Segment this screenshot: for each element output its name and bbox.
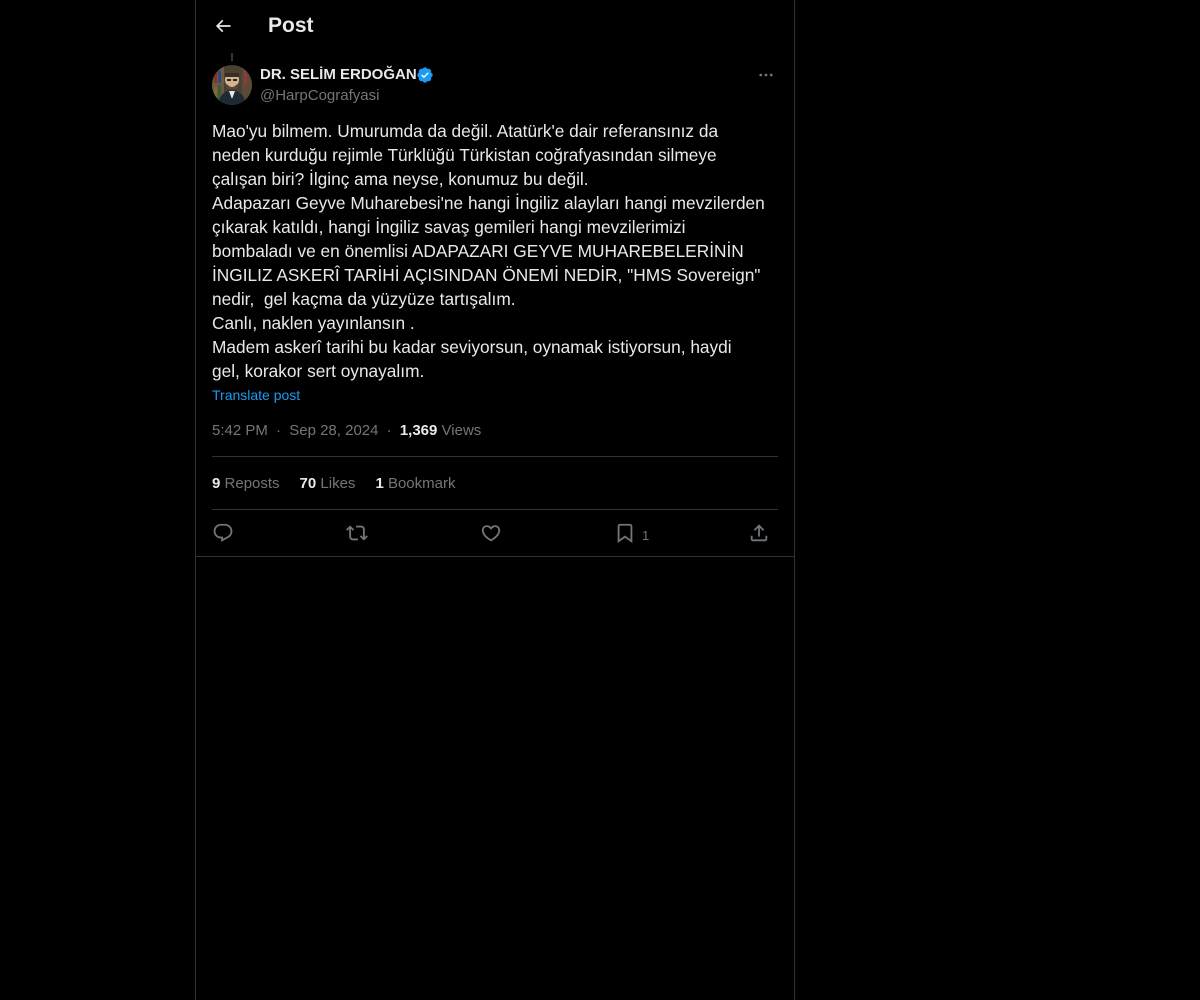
avatar-image — [212, 65, 252, 105]
divider — [212, 456, 778, 457]
avatar[interactable] — [212, 65, 252, 105]
arrow-left-icon — [215, 19, 231, 33]
bookmarks-count: 1 — [375, 475, 384, 492]
share-icon — [750, 524, 768, 542]
share-button[interactable] — [748, 518, 770, 548]
like-button[interactable] — [480, 518, 502, 548]
likes-count: 70 — [299, 475, 317, 492]
reposts-stat[interactable]: 9 Reposts — [212, 474, 280, 494]
reply-button[interactable] — [212, 518, 234, 548]
bookmarks-stat[interactable]: 1 Bookmark — [375, 474, 455, 494]
post-time[interactable]: 5:42 PM — [212, 422, 268, 439]
heart-icon — [481, 525, 501, 542]
author-handle[interactable]: @HarpCografyasi — [260, 86, 379, 106]
translate-post-link[interactable]: Translate post — [212, 386, 300, 404]
main-column: Post DR. SELİM ERDOĞAN @HarpCografyasi M… — [195, 0, 795, 1000]
more-options-button[interactable] — [754, 65, 778, 85]
thread-connector-line — [231, 53, 233, 61]
engagement-stats: 9 Reposts 70 Likes 1 Bookmark — [212, 474, 455, 494]
meta-separator: · — [276, 422, 282, 439]
likes-label: Likes — [320, 475, 356, 492]
reply-icon — [213, 523, 233, 542]
bookmarks-label: Bookmark — [387, 475, 456, 492]
bookmark-count: 1 — [642, 527, 650, 543]
back-button[interactable] — [206, 9, 240, 43]
post-text: Mao'yu bilmem. Umurumda da değil. Atatür… — [212, 121, 765, 381]
reposts-count: 9 — [212, 475, 221, 492]
repost-icon — [346, 525, 368, 541]
views-label: Views — [441, 422, 482, 439]
bookmark-button[interactable]: 1 — [614, 518, 649, 548]
divider — [212, 509, 778, 510]
meta-separator: · — [386, 422, 392, 439]
more-horizontal-icon — [759, 73, 773, 77]
likes-stat[interactable]: 70 Likes — [300, 474, 356, 494]
bookmark-icon — [617, 523, 633, 544]
page-header: Post — [196, 0, 794, 53]
action-bar: 1 — [212, 518, 778, 548]
reposts-label: Reposts — [224, 475, 280, 492]
views-count: 1,369 — [399, 422, 438, 439]
post-date[interactable]: Sep 28, 2024 — [289, 422, 378, 439]
repost-button[interactable] — [346, 518, 368, 548]
author-name[interactable]: DR. SELİM ERDOĞAN — [260, 65, 417, 85]
verified-badge-icon — [417, 67, 433, 83]
post-bottom-border — [196, 556, 794, 557]
author-row: DR. SELİM ERDOĞAN @HarpCografyasi — [212, 65, 778, 107]
post-metadata: 5:42 PM · Sep 28, 2024 · 1,369 Views — [212, 421, 481, 441]
page-title: Post — [268, 14, 314, 37]
